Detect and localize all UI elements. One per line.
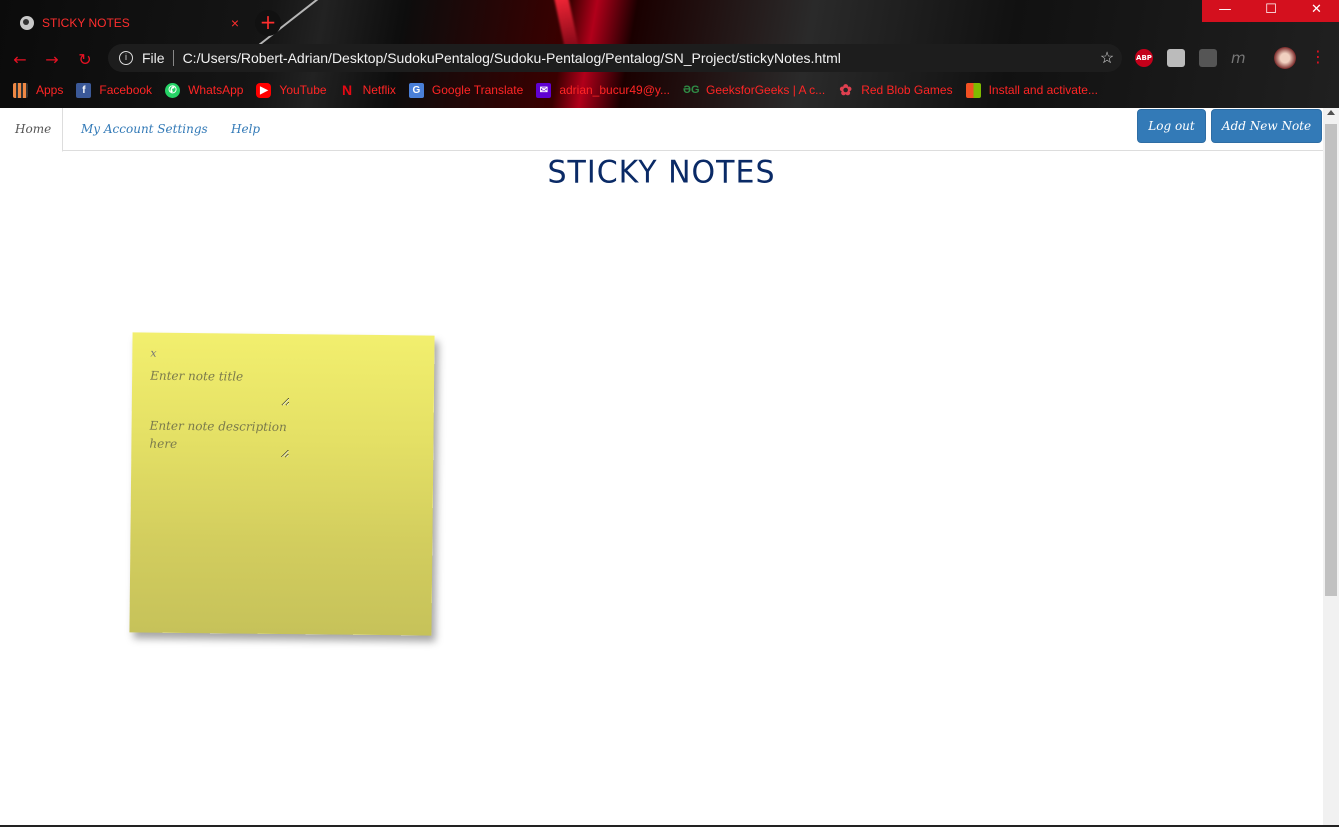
globe-icon <box>20 16 34 30</box>
red-blob-games-icon: ✿ <box>839 81 852 99</box>
apps-icon <box>13 82 28 98</box>
profile-avatar[interactable] <box>1274 47 1296 69</box>
bookmark-label: adrian_bucur49@y... <box>559 83 671 97</box>
tab-help[interactable]: Help <box>231 108 260 151</box>
whatsapp-icon: ✆ <box>165 82 181 98</box>
info-icon[interactable]: i <box>119 51 133 65</box>
note-title-input[interactable] <box>149 366 291 407</box>
bookmark-item[interactable]: ✿ Red Blob Games <box>838 83 952 98</box>
youtube-icon: ▶ <box>256 82 272 98</box>
print-extension-icon[interactable] <box>1167 49 1185 67</box>
facebook-icon: f <box>76 82 92 98</box>
bookmark-label: GeeksforGeeks | A c... <box>706 83 826 97</box>
bookmark-item[interactable]: Apps <box>13 82 64 98</box>
reload-button[interactable]: ↻ <box>75 50 95 70</box>
minimize-button[interactable]: — <box>1202 0 1248 22</box>
bookmark-item[interactable]: ✉ adrian_bucur49@y... <box>536 82 671 98</box>
bookmark-label: Facebook <box>99 83 153 97</box>
geeksforgeeks-icon: ƏG <box>683 83 700 96</box>
forward-button[interactable]: → <box>42 50 62 70</box>
browser-menu-icon[interactable]: ⋮ <box>1310 47 1326 66</box>
back-button[interactable]: ← <box>10 50 30 70</box>
toolbar: ← → ↻ i File C:/Users/Robert-Adrian/Desk… <box>0 44 1339 74</box>
tab-close-icon[interactable]: × <box>226 15 244 31</box>
netflix-icon: N <box>342 81 353 98</box>
bookmark-label: WhatsApp <box>188 83 244 97</box>
bookmark-item[interactable]: N Netflix <box>340 81 396 98</box>
bookmark-label: Install and activate... <box>988 83 1098 97</box>
bookmark-item[interactable]: ✆ WhatsApp <box>165 82 244 98</box>
browser-chrome: STICKY NOTES × + — ☐ ✕ ← → ↻ i File C:/U… <box>0 0 1339 108</box>
m-extension-icon[interactable]: m <box>1231 49 1249 67</box>
sticky-note: x <box>129 332 435 636</box>
bookmark-item[interactable]: ▶ YouTube <box>256 82 327 98</box>
tab-title: STICKY NOTES <box>42 16 130 30</box>
yahoo-mail-icon: ✉ <box>536 82 552 98</box>
bookmark-label: Netflix <box>362 83 396 97</box>
browser-tab[interactable]: STICKY NOTES × <box>8 6 244 40</box>
scrollbar-thumb[interactable] <box>1325 124 1337 596</box>
bookmark-star-icon[interactable]: ☆ <box>1092 48 1122 68</box>
note-description-input[interactable] <box>149 416 290 459</box>
close-window-button[interactable]: ✕ <box>1294 0 1339 22</box>
microsoft-icon <box>965 82 981 98</box>
bookmark-label: Red Blob Games <box>861 83 953 97</box>
maximize-button[interactable]: ☐ <box>1248 0 1294 22</box>
url-text[interactable]: C:/Users/Robert-Adrian/Desktop/SudokuPen… <box>183 50 1092 66</box>
pdf-extension-icon[interactable] <box>1199 49 1217 67</box>
add-new-note-button[interactable]: Add New Note <box>1211 109 1322 143</box>
bookmark-item[interactable]: ƏG GeeksforGeeks | A c... <box>683 83 825 98</box>
page-title: STICKY NOTES <box>547 154 776 191</box>
logout-button[interactable]: Log out <box>1137 109 1206 143</box>
tab-my-account-settings[interactable]: My Account Settings <box>81 108 208 151</box>
note-close-button[interactable]: x <box>150 347 156 360</box>
adblock-plus-icon[interactable]: ABP <box>1135 49 1153 67</box>
bookmark-label: Apps <box>36 83 64 97</box>
scroll-up-icon[interactable] <box>1327 110 1335 115</box>
address-bar[interactable]: i File C:/Users/Robert-Adrian/Desktop/Su… <box>108 44 1122 72</box>
url-scheme: File <box>142 50 174 66</box>
bookmark-item[interactable]: Install and activate... <box>965 82 1098 98</box>
page-viewport: Home My Account Settings Help Log out Ad… <box>0 108 1323 825</box>
nav-tabs: Home My Account Settings Help Log out Ad… <box>0 108 1323 152</box>
bookmark-item[interactable]: f Facebook <box>76 82 153 98</box>
bookmark-label: Google Translate <box>431 83 524 97</box>
bookmark-label: YouTube <box>279 83 327 97</box>
new-tab-button[interactable]: + <box>255 10 281 36</box>
tab-home[interactable]: Home <box>0 108 63 152</box>
bookmark-item[interactable]: G Google Translate <box>408 82 524 98</box>
vertical-scrollbar[interactable] <box>1323 108 1339 825</box>
google-translate-icon: G <box>408 82 424 98</box>
bookmarks-bar: Apps f Facebook ✆ WhatsApp ▶ YouTube N Netflix G G… <box>0 80 1339 100</box>
